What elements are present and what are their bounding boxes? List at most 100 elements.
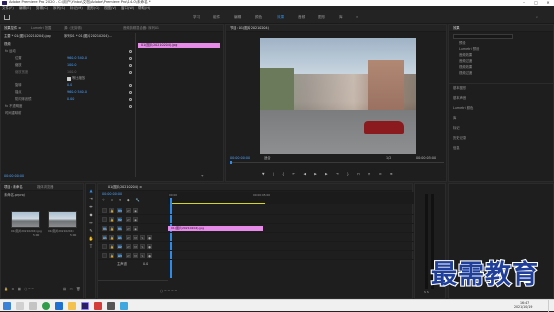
effects-item-audio-effects[interactable]: 音频效果	[459, 53, 472, 57]
solo-button[interactable]: S	[140, 252, 145, 258]
track-lock-icon[interactable]: 🔒	[109, 243, 114, 249]
section-info[interactable]: 信息	[453, 146, 460, 150]
source-patch[interactable]: V1	[102, 225, 107, 231]
project-footer-icons[interactable]: 🔒 ≡ ▦ ○──	[4, 287, 35, 291]
resolution-dropdown[interactable]: 1/2	[386, 156, 391, 160]
filter-icon[interactable]: ⏷	[201, 174, 204, 178]
menu-clip[interactable]: 剪辑(C)	[36, 7, 48, 11]
workspace-assembly[interactable]: 组件	[213, 15, 220, 20]
ripple-edit-tool-icon[interactable]: ⇹	[88, 204, 94, 210]
track-lock-icon[interactable]: 🔒	[109, 207, 114, 213]
tab-source[interactable]: 源: (无剪辑)	[64, 26, 82, 30]
anti-flicker-value[interactable]: 0.00	[67, 97, 74, 101]
effects-item-video-transitions[interactable]: 视频过渡	[459, 71, 472, 75]
source-patch[interactable]	[102, 207, 107, 213]
opacity-effect[interactable]: fx 不透明度	[5, 104, 22, 108]
app-icon-red[interactable]	[94, 302, 102, 310]
clip-name[interactable]: 主要 * 01(图片20210204).jpg	[4, 34, 51, 38]
source-patch[interactable]	[102, 216, 107, 222]
rotation-value[interactable]: 0.0	[67, 83, 72, 87]
reset-scale-icon[interactable]	[129, 64, 132, 67]
track-label[interactable]: V3	[117, 207, 122, 213]
solo-button[interactable]: S	[140, 243, 145, 249]
program-playhead[interactable]	[230, 161, 232, 164]
sync-lock-icon[interactable]: ⇄	[126, 207, 131, 213]
effects-item-lumetri-presets[interactable]: Lumetri 预设	[459, 47, 479, 51]
section-essential-graphics[interactable]: 基本图形	[453, 86, 466, 90]
menu-view[interactable]: 视图(V)	[104, 7, 116, 11]
project-thumb-image[interactable]	[11, 211, 40, 228]
effect-timecode[interactable]: 00:00:00:00	[4, 174, 24, 178]
reset-rotation-icon[interactable]	[129, 84, 132, 87]
tab-sequence[interactable]: 01(图片20210204) ≡	[108, 185, 142, 189]
tab-audio-mixer[interactable]: 音频剪辑混合器: 序列01	[123, 26, 159, 30]
sync-lock-icon[interactable]: ⇄	[126, 243, 131, 249]
effects-search-input[interactable]	[453, 34, 513, 39]
reset-position-icon[interactable]	[129, 57, 132, 60]
workspace-effects[interactable]: 效果	[277, 15, 284, 20]
tab-effect-controls[interactable]: 效果控件 ≡	[4, 26, 21, 30]
show-desktop-button[interactable]	[548, 300, 554, 312]
scale-value[interactable]: 100.0	[67, 63, 76, 67]
workspace-graphics[interactable]: 图形	[318, 15, 325, 20]
master-volume-value[interactable]: 0.0	[143, 262, 148, 266]
source-patch[interactable]	[102, 243, 107, 249]
workspace-color[interactable]: 颜色	[255, 15, 262, 20]
app-icon-gray[interactable]	[107, 302, 115, 310]
app-icon-blue[interactable]	[120, 302, 128, 310]
scale-width-value[interactable]: 100.0	[67, 70, 76, 74]
mic-icon[interactable]: ●	[147, 252, 152, 258]
source-patch[interactable]: A1	[102, 234, 107, 240]
search-icon[interactable]: ⌕	[536, 15, 538, 20]
program-video-frame[interactable]	[260, 38, 416, 154]
menu-help[interactable]: 帮助(H)	[138, 7, 150, 11]
work-area-bar[interactable]	[170, 203, 265, 204]
section-lumetri-color[interactable]: Lumetri 颜色	[453, 106, 473, 110]
track-label[interactable]: A2	[117, 243, 122, 249]
section-history[interactable]: 历史记录	[453, 136, 466, 140]
reset-anti-flicker-icon[interactable]	[129, 98, 132, 101]
slip-tool-icon[interactable]: ↔	[88, 220, 94, 226]
eye-icon[interactable]: ◉	[133, 216, 138, 222]
section-essential-sound[interactable]: 基本声音	[453, 96, 466, 100]
mute-button[interactable]: M	[133, 234, 138, 240]
zoom-scroll-bar[interactable]: ○────	[160, 289, 178, 293]
track-lock-icon[interactable]: 🔒	[109, 234, 114, 240]
track-label[interactable]: V1	[117, 225, 122, 231]
timeline-tool-icons[interactable]: ⊹ ∩ ▾ ◆ 🔧	[102, 198, 142, 202]
project-thumb-sequence[interactable]	[48, 211, 77, 228]
anchor-value[interactable]: 960.0 540.0	[67, 90, 87, 94]
tab-project[interactable]: 项目: 未命名	[4, 185, 23, 189]
sync-lock-icon[interactable]: ⇄	[126, 252, 131, 258]
mic-icon[interactable]: ●	[147, 234, 152, 240]
mute-button[interactable]: M	[133, 252, 138, 258]
program-scrubber[interactable]	[230, 162, 444, 163]
mute-button[interactable]: M	[133, 243, 138, 249]
transport-controls[interactable]: ▼ | { ⇤ ◀ ▶ ▶ ⇥ } ⊓ ⊓ ⊙ ⊕	[262, 172, 396, 176]
hand-tool-icon[interactable]: ✋	[88, 236, 94, 242]
program-timecode-left[interactable]: 00:00:00:00	[230, 156, 250, 160]
tab-media-browser[interactable]: 媒体浏览器	[37, 185, 53, 189]
edge-icon[interactable]	[55, 302, 63, 310]
selection-tool-icon[interactable]: ▲	[88, 188, 94, 194]
menu-edit[interactable]: 编辑(E)	[19, 7, 31, 11]
start-icon[interactable]	[3, 302, 11, 310]
source-patch[interactable]	[102, 252, 107, 258]
razor-tool-icon[interactable]: ◆	[88, 212, 94, 218]
track-lock-icon[interactable]: 🔒	[109, 225, 114, 231]
effects-item-video-effects[interactable]: 视频效果	[459, 65, 472, 69]
fit-dropdown[interactable]: 适合	[264, 156, 271, 160]
section-libraries[interactable]: 库	[453, 116, 456, 120]
menu-window[interactable]: 窗口(W)	[121, 7, 134, 11]
position-value[interactable]: 960.0 540.0	[67, 56, 87, 60]
tab-effects[interactable]: 效果	[453, 26, 460, 30]
reset-opacity-icon[interactable]	[129, 105, 132, 108]
home-icon[interactable]	[4, 15, 10, 20]
track-label[interactable]: A3	[117, 252, 122, 258]
taskbar-date[interactable]: 2021/10/19	[514, 305, 532, 309]
track-lock-icon[interactable]: 🔒	[109, 252, 114, 258]
sync-lock-icon[interactable]: ⇄	[126, 216, 131, 222]
solo-meter-icons[interactable]: S S	[424, 291, 429, 294]
effects-item-presets[interactable]: 预设	[459, 41, 466, 45]
uniform-scale-checkbox[interactable]	[67, 77, 71, 81]
